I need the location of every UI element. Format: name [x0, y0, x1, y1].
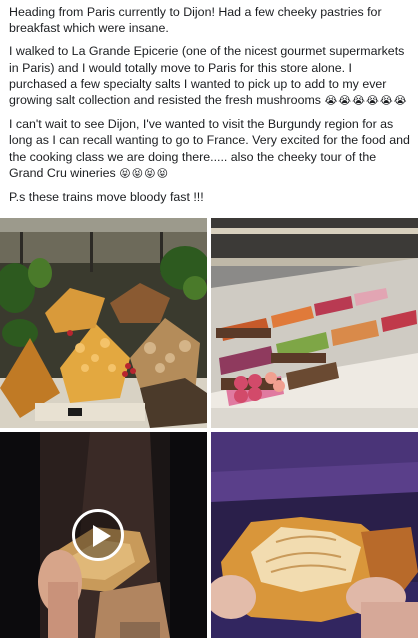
macaron-display-photo[interactable] — [211, 218, 418, 428]
photo-grid — [0, 218, 418, 638]
post-paragraph-4: P.s these trains move bloody fast !!! — [9, 190, 204, 205]
post-text: Heading from Paris currently to Dijon! H… — [9, 4, 413, 212]
mushroom-market-photo[interactable] — [0, 218, 207, 428]
post-paragraph-2: I walked to La Grande Epicerie (one of t… — [9, 43, 413, 109]
play-icon — [93, 525, 111, 547]
play-button[interactable] — [72, 509, 124, 561]
post-paragraph-3: I can't wait to see Dijon, I've wanted t… — [9, 116, 413, 182]
tongue-emoji-group: 😝😝😝😝 — [119, 166, 170, 180]
croissant-photo[interactable] — [211, 432, 418, 638]
crying-emoji-group: 😭😭😭😭😭😭 — [324, 94, 408, 108]
video-pastry-photo[interactable] — [0, 432, 207, 638]
post-paragraph-1: Heading from Paris currently to Dijon! H… — [9, 5, 382, 36]
post-paragraph-3-text: I can't wait to see Dijon, I've wanted t… — [9, 117, 410, 180]
